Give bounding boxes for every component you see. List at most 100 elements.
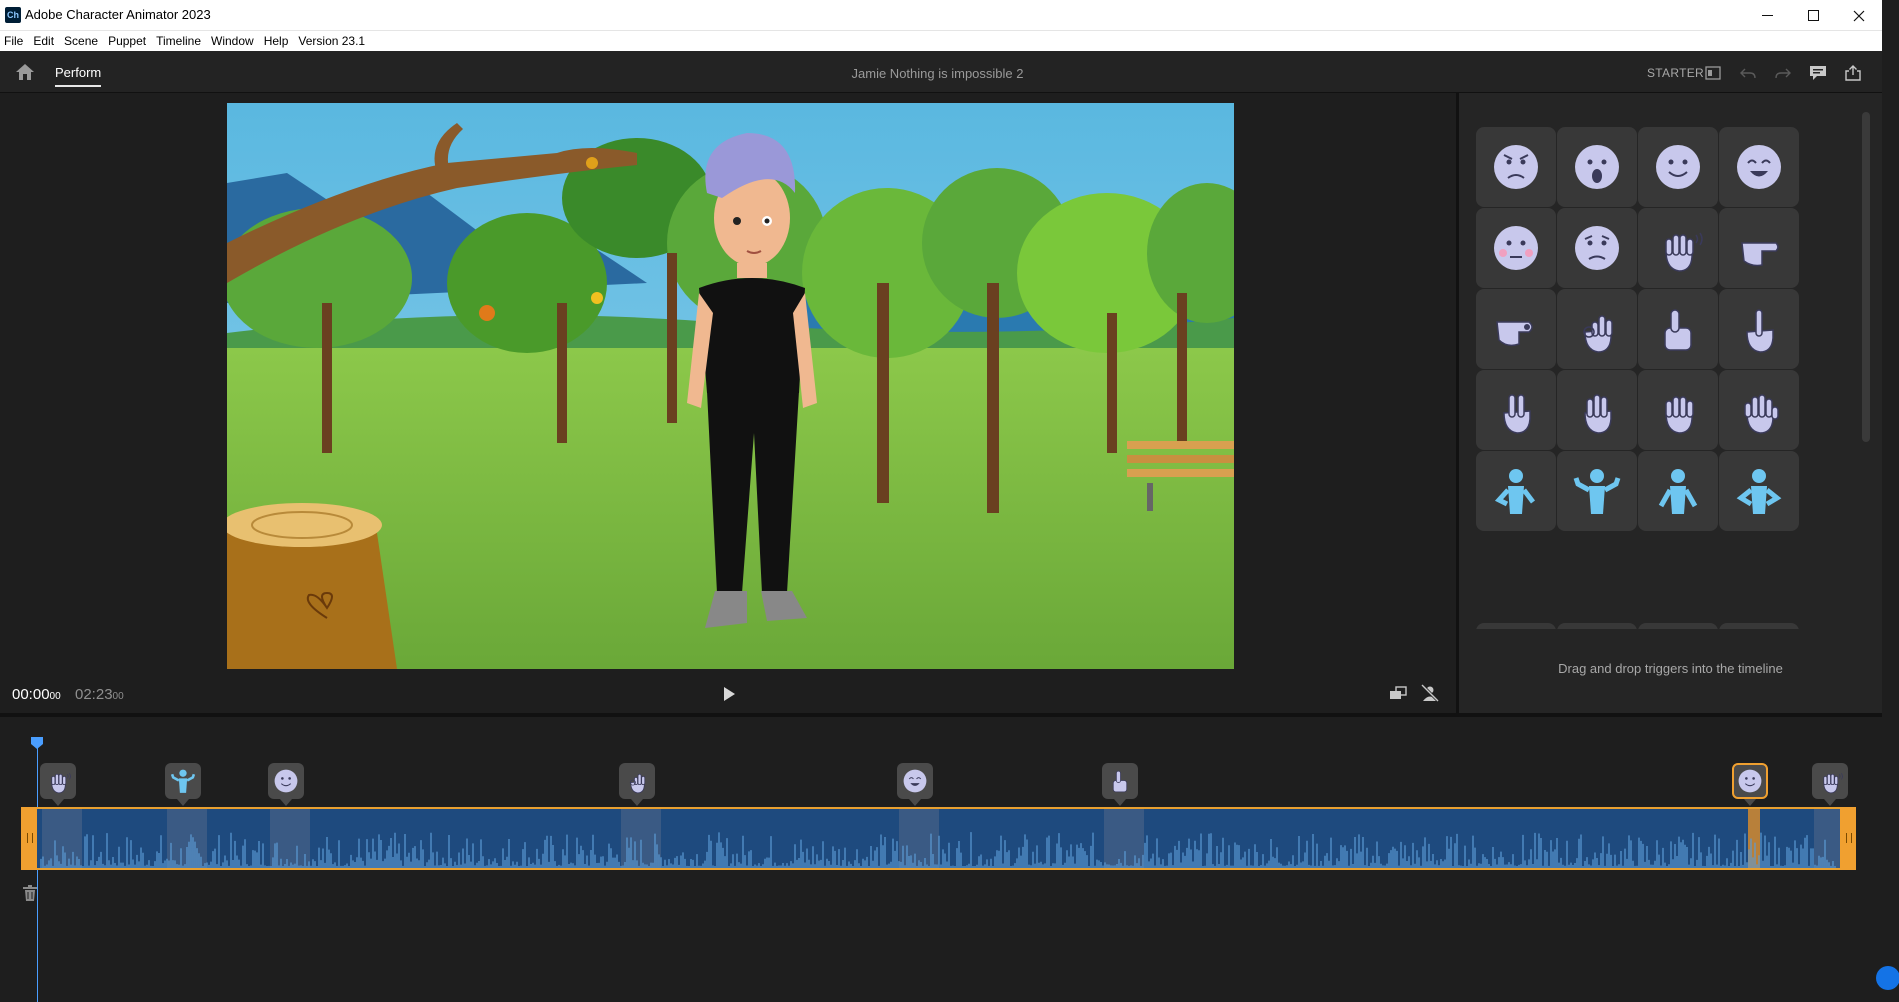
menu-timeline[interactable]: Timeline bbox=[156, 34, 207, 48]
maximize-button[interactable] bbox=[1790, 0, 1836, 31]
pose-shrug-icon bbox=[170, 769, 196, 793]
window-title: Adobe Character Animator 2023 bbox=[25, 7, 211, 22]
menu-edit[interactable]: Edit bbox=[33, 34, 60, 48]
four-fingers-icon bbox=[1665, 396, 1694, 434]
redo-icon[interactable] bbox=[1773, 63, 1793, 83]
drag-drop-hint: Drag and drop triggers into the timeline bbox=[1558, 661, 1783, 676]
trash-icon[interactable] bbox=[22, 884, 38, 902]
marker-pointer bbox=[52, 799, 64, 806]
trigger-worried[interactable] bbox=[1557, 208, 1637, 288]
undo-icon[interactable] bbox=[1738, 63, 1758, 83]
happy-icon bbox=[1738, 769, 1762, 793]
timeline-marker-pose-shrug[interactable] bbox=[165, 763, 201, 799]
timeline-marker-happy[interactable] bbox=[268, 763, 304, 799]
trigger-angry[interactable] bbox=[1476, 127, 1556, 207]
menu-scene[interactable]: Scene bbox=[64, 34, 104, 48]
audio-track[interactable] bbox=[21, 807, 1856, 870]
trigger-partial[interactable] bbox=[1557, 623, 1637, 629]
ok-hand-icon bbox=[1583, 315, 1613, 353]
trigger-pose-shrug[interactable] bbox=[1557, 451, 1637, 531]
blush-icon bbox=[1494, 226, 1538, 270]
hide-puppet-icon[interactable] bbox=[1420, 683, 1440, 703]
current-time-frames: 00 bbox=[49, 691, 61, 702]
happy-icon bbox=[274, 769, 298, 793]
thumbs-up-icon bbox=[1112, 770, 1128, 793]
minimize-button[interactable] bbox=[1744, 0, 1790, 31]
wave-icon bbox=[1823, 773, 1843, 794]
trigger-peace[interactable] bbox=[1476, 370, 1556, 450]
timeline-marker-wave[interactable] bbox=[40, 763, 76, 799]
trigger-partial[interactable] bbox=[1476, 623, 1556, 629]
trigger-pose-arms-down[interactable] bbox=[1638, 451, 1718, 531]
triggers-scrollbar[interactable] bbox=[1862, 112, 1870, 442]
trigger-point-forward[interactable] bbox=[1476, 289, 1556, 369]
trigger-happy[interactable] bbox=[1638, 127, 1718, 207]
timeline-marker-thumbs-up[interactable] bbox=[1102, 763, 1138, 799]
menu-puppet[interactable]: Puppet bbox=[108, 34, 152, 48]
trigger-three-fingers[interactable] bbox=[1557, 370, 1637, 450]
timeline-panel bbox=[0, 717, 1882, 1002]
trigger-span bbox=[1104, 809, 1144, 868]
angry-icon bbox=[1494, 145, 1538, 189]
happy-icon bbox=[1656, 145, 1700, 189]
track-start-handle[interactable] bbox=[21, 807, 37, 870]
trigger-wave[interactable] bbox=[1638, 208, 1718, 288]
project-title: Jamie Nothing is impossible 2 bbox=[851, 66, 1024, 81]
audio-waveform bbox=[40, 809, 1854, 868]
trigger-ok-hand[interactable] bbox=[1557, 289, 1637, 369]
feedback-icon[interactable] bbox=[1808, 63, 1828, 83]
trigger-grid bbox=[1476, 127, 1836, 629]
trigger-joyful[interactable] bbox=[1719, 127, 1799, 207]
trigger-surprised[interactable] bbox=[1557, 127, 1637, 207]
trigger-point-right[interactable] bbox=[1719, 208, 1799, 288]
trigger-point-up[interactable] bbox=[1719, 289, 1799, 369]
trigger-pose-hands-on-hips[interactable] bbox=[1719, 451, 1799, 531]
layout-icon[interactable] bbox=[1703, 63, 1723, 83]
joyful-icon bbox=[903, 769, 927, 793]
worried-icon bbox=[1575, 226, 1619, 270]
trigger-pose-hand-on-hip[interactable] bbox=[1476, 451, 1556, 531]
trigger-blush[interactable] bbox=[1476, 208, 1556, 288]
notification-badge[interactable] bbox=[1876, 966, 1899, 990]
close-button[interactable] bbox=[1836, 0, 1882, 31]
ok-hand-icon bbox=[629, 773, 646, 794]
surprised-icon bbox=[1575, 145, 1619, 189]
timeline-marker-ok-hand[interactable] bbox=[619, 763, 655, 799]
open-hand-icon bbox=[1744, 394, 1779, 434]
menu-file[interactable]: File bbox=[4, 34, 29, 48]
menu-bar: File Edit Scene Puppet Timeline Window H… bbox=[0, 31, 1882, 51]
pose-hand-on-hip-icon bbox=[1494, 469, 1535, 514]
wave-icon bbox=[51, 773, 71, 794]
trigger-open-hand[interactable] bbox=[1719, 370, 1799, 450]
trigger-partial[interactable] bbox=[1719, 623, 1799, 629]
joyful-icon bbox=[1737, 145, 1781, 189]
trigger-span bbox=[42, 809, 82, 868]
stage-panel: 00:0000 02:2300 bbox=[0, 93, 1456, 713]
track-end-handle[interactable] bbox=[1840, 807, 1856, 870]
scene-preview[interactable] bbox=[227, 103, 1234, 669]
marker-pointer bbox=[1744, 799, 1756, 806]
point-forward-icon bbox=[1496, 321, 1533, 347]
marker-pointer bbox=[280, 799, 292, 806]
menu-help[interactable]: Help bbox=[264, 34, 295, 48]
play-button[interactable] bbox=[720, 685, 738, 703]
timeline-marker-happy[interactable] bbox=[1732, 763, 1768, 799]
trigger-span bbox=[1748, 809, 1760, 868]
menu-version[interactable]: Version 23.1 bbox=[298, 34, 371, 48]
trigger-four-fingers[interactable] bbox=[1638, 370, 1718, 450]
pose-shrug-icon bbox=[1573, 469, 1621, 514]
peace-icon bbox=[1503, 394, 1531, 434]
camera-view-icon[interactable] bbox=[1388, 683, 1408, 703]
point-up-icon bbox=[1746, 309, 1774, 353]
window-titlebar: Ch Adobe Character Animator 2023 bbox=[0, 0, 1882, 31]
timeline-marker-joyful[interactable] bbox=[897, 763, 933, 799]
marker-pointer bbox=[1824, 799, 1836, 806]
marker-pointer bbox=[909, 799, 921, 806]
total-time-value: 02:23 bbox=[75, 686, 113, 703]
share-icon[interactable] bbox=[1843, 63, 1863, 83]
menu-window[interactable]: Window bbox=[211, 34, 260, 48]
trigger-partial[interactable] bbox=[1638, 623, 1718, 629]
trigger-thumbs-up[interactable] bbox=[1638, 289, 1718, 369]
close-icon bbox=[1853, 10, 1865, 21]
timeline-marker-wave[interactable] bbox=[1812, 763, 1848, 799]
